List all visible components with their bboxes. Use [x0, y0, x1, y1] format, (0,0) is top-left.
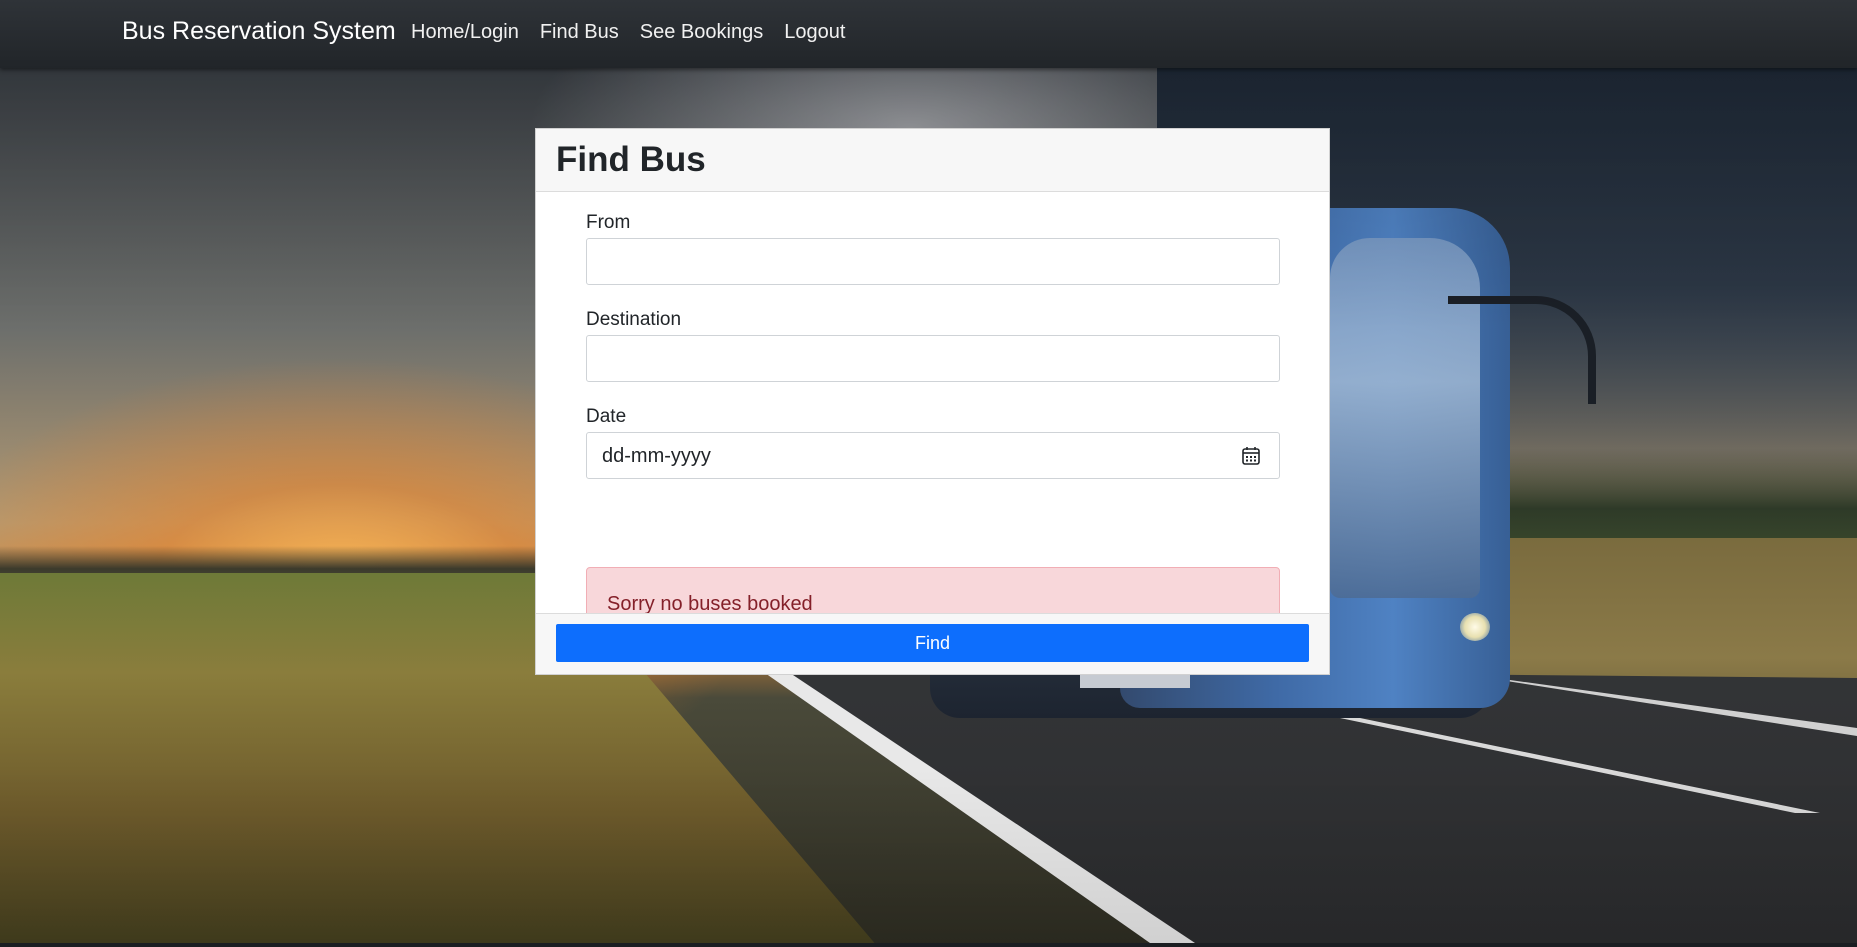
from-label: From [586, 212, 631, 233]
nav-link-home-login[interactable]: Home/Login [411, 21, 519, 44]
brand-link[interactable]: Bus Reservation System [122, 17, 396, 46]
nav-links: Home/Login Find Bus See Bookings Logout [411, 21, 845, 44]
date-input[interactable]: dd-mm-yyyy [586, 432, 1280, 479]
nav-link-see-bookings[interactable]: See Bookings [640, 21, 763, 44]
destination-input[interactable] [586, 335, 1280, 382]
from-group: From [586, 212, 1280, 285]
find-bus-card: Find Bus From Destination Date dd-mm-yyy… [535, 128, 1330, 675]
top-navbar: Bus Reservation System Home/Login Find B… [0, 0, 1857, 68]
find-button[interactable]: Find [556, 624, 1309, 662]
destination-group: Destination [586, 309, 1280, 382]
card-header: Find Bus [536, 129, 1329, 192]
date-label: Date [586, 406, 627, 427]
date-group: Date dd-mm-yyyy [586, 406, 1280, 479]
from-input[interactable] [586, 238, 1280, 285]
calendar-icon[interactable] [1241, 446, 1261, 466]
nav-link-find-bus[interactable]: Find Bus [540, 21, 619, 44]
date-placeholder: dd-mm-yyyy [602, 445, 711, 467]
card-body: From Destination Date dd-mm-yyyy Sorry n… [536, 192, 1329, 639]
nav-link-logout[interactable]: Logout [784, 21, 845, 44]
destination-label: Destination [586, 309, 682, 330]
page-title: Find Bus [556, 140, 706, 179]
card-footer: Find [536, 613, 1329, 674]
